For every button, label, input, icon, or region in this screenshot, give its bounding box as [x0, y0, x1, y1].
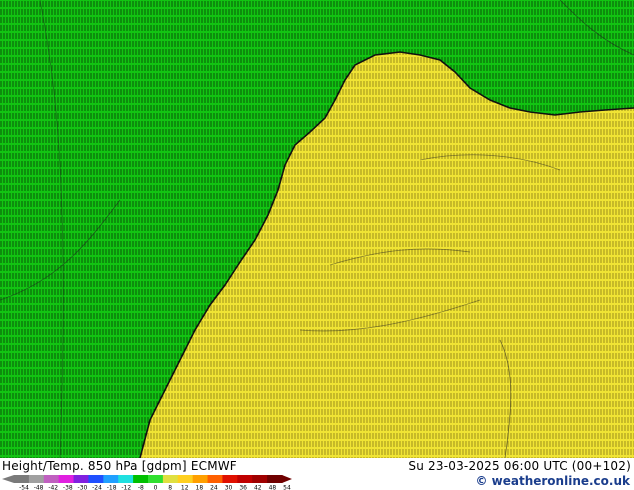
colorbar-swatch [207, 475, 223, 483]
colorbar-swatch [267, 475, 283, 483]
colorbar-tick-label: 48 [269, 485, 277, 490]
colorbar-swatch [192, 475, 209, 483]
colorbar-swatch [162, 475, 179, 483]
colorbar-tick-label: -24 [92, 485, 102, 490]
colorbar-tick-label: 42 [254, 485, 262, 490]
colorbar-swatch [118, 475, 134, 483]
colorbar-tick-label: 18 [196, 485, 204, 490]
colorbar-swatch [103, 475, 119, 483]
colorbar-swatch [88, 475, 104, 483]
colorbar-legend: -54 -48 -42 -38 -30 -24 -18 -12 -8 0 8 12 18 24 30 36 42… [2, 475, 292, 490]
colorbar-tick-label: 24 [210, 485, 218, 490]
map-title: Height/Temp. 850 hPa [gdpm] ECMWF [2, 459, 237, 473]
colorbar-swatch [177, 475, 194, 483]
colorbar-swatch [237, 475, 253, 483]
colorbar-low-arrow [2, 475, 14, 483]
colorbar-tick-label: -18 [107, 485, 117, 490]
colorbar-tick-label: 8 [168, 485, 172, 490]
colorbar-tick-label: 30 [225, 485, 233, 490]
colorbar-tick-label: -38 [63, 485, 73, 490]
colorbar-tick-label: 54 [283, 485, 291, 490]
colorbar-swatch [73, 475, 89, 483]
colorbar-tick-label: -54 [19, 485, 29, 490]
colorbar-swatch [58, 475, 75, 483]
colorbar-swatch [148, 475, 164, 483]
map-valid-time: Su 23-03-2025 06:00 UTC (00+102) [408, 459, 631, 473]
colorbar-swatch [133, 475, 149, 483]
map-footer: Height/Temp. 850 hPa [gdpm] ECMWF Su 23-… [0, 458, 634, 490]
colorbar-swatch [222, 475, 238, 483]
colorbar-swatch [252, 475, 268, 483]
colorbar-tick-label: -12 [121, 485, 131, 490]
colorbar-swatch [43, 475, 60, 483]
colorbar-tick-label: 0 [154, 485, 158, 490]
colorbar-high-arrow [282, 475, 292, 483]
colorbar-tick-label: -30 [78, 485, 88, 490]
colorbar-tick-label: -8 [138, 485, 144, 490]
colorbar-swatch [14, 475, 30, 483]
colorbar-tick-label: 36 [239, 485, 247, 490]
weather-map[interactable] [0, 0, 634, 458]
colorbar-tick-label: -42 [48, 485, 58, 490]
colorbar-swatch [28, 475, 45, 483]
colorbar-tick-label: 12 [181, 485, 189, 490]
colorbar-tick-label: -48 [34, 485, 44, 490]
credit-link[interactable]: © weatheronline.co.uk [475, 474, 630, 488]
